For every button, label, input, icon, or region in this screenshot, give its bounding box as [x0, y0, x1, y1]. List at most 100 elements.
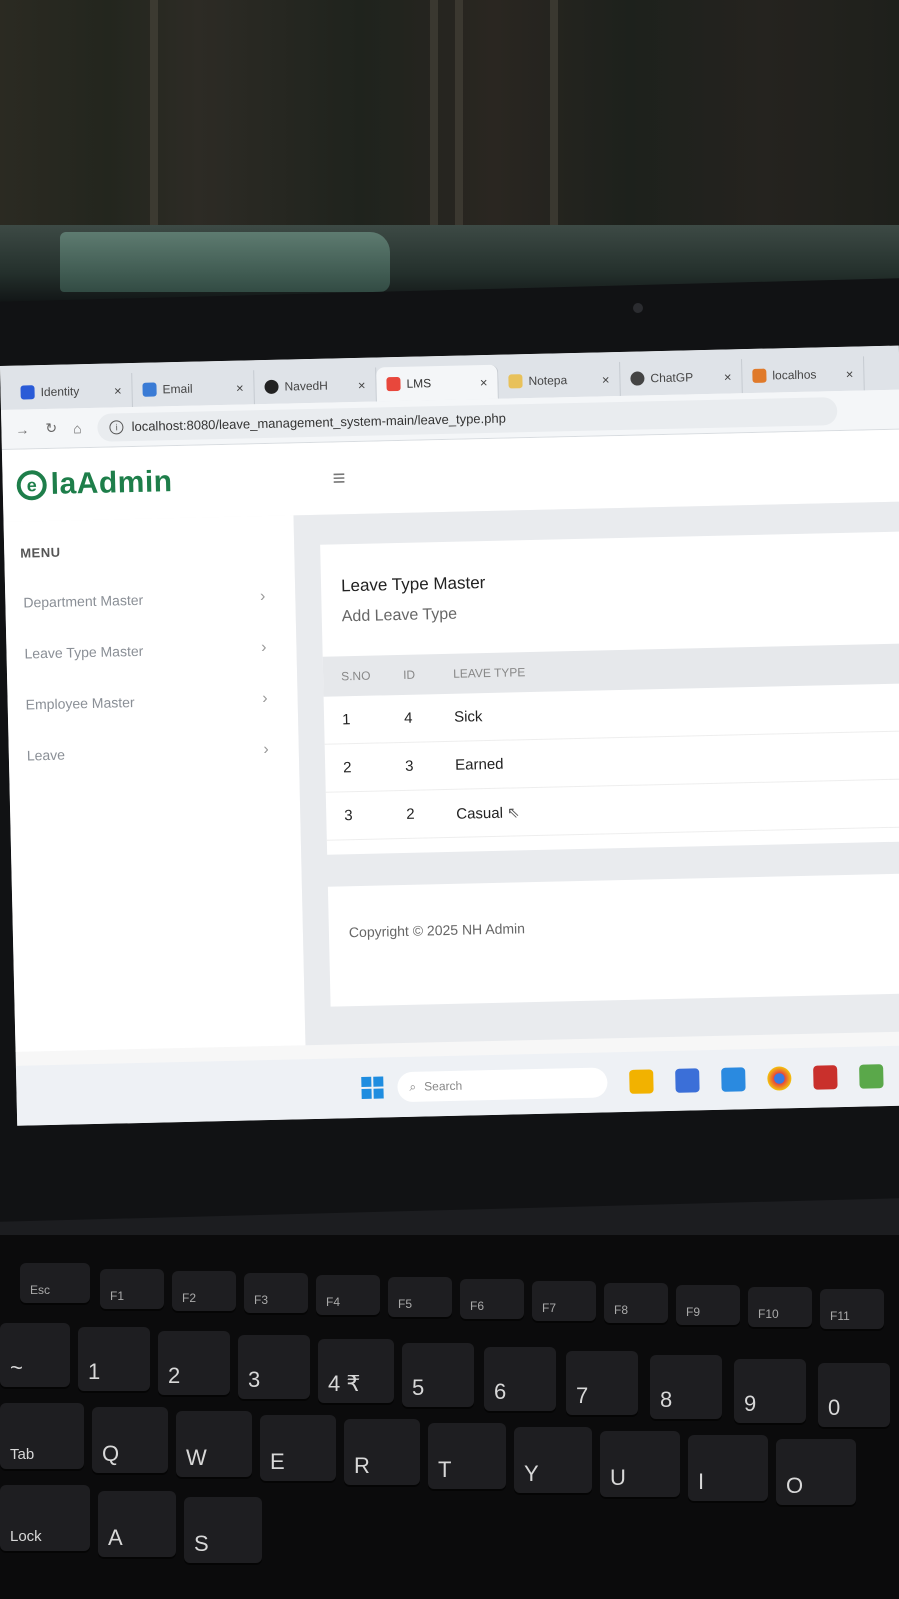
close-icon[interactable]: × — [846, 366, 854, 381]
leave-type-card: Leave Type Master Add Leave Type S.NO ID… — [320, 531, 899, 855]
laptop-keyboard: Esc F1 F2 F3 F4 F5 F6 F7 F8 F9 F10 F11 ~… — [0, 1235, 899, 1599]
key-t[interactable]: T — [428, 1423, 506, 1489]
sidebar-item-employee-master[interactable]: Employee Master › — [7, 689, 297, 714]
main-content: Leave Type Master Add Leave Type S.NO ID… — [293, 501, 899, 1046]
key-y[interactable]: Y — [514, 1427, 592, 1493]
key-tab[interactable]: Tab — [0, 1403, 84, 1469]
taskbar-search[interactable]: ⌕ Search — [397, 1067, 608, 1103]
key-f7[interactable]: F7 — [532, 1281, 596, 1321]
key-f9[interactable]: F9 — [676, 1285, 740, 1325]
key-f10[interactable]: F10 — [748, 1287, 812, 1327]
key-u[interactable]: U — [600, 1431, 680, 1497]
curtain-fold — [150, 0, 158, 230]
key-s[interactable]: S — [184, 1497, 262, 1563]
close-icon[interactable]: × — [358, 377, 366, 392]
copyright-text: Copyright © 2025 NH Admin — [348, 920, 526, 941]
key-f5[interactable]: F5 — [388, 1277, 452, 1317]
logo[interactable]: e laAdmin — [2, 462, 293, 503]
chevron-right-icon: › — [262, 690, 268, 708]
github-icon — [264, 379, 279, 395]
email-icon — [142, 382, 157, 397]
close-icon[interactable]: × — [236, 380, 244, 395]
key-q[interactable]: Q — [92, 1407, 168, 1473]
close-icon[interactable]: × — [602, 372, 610, 387]
vscode-icon[interactable] — [721, 1067, 746, 1092]
sidebar-item-label: Department Master — [23, 591, 144, 611]
chatgpt-icon — [630, 371, 645, 386]
laptop-screen: Identity × Email × NavedH × LMS × Notepa… — [0, 345, 899, 1126]
column-header-leave-type: LEAVE TYPE — [452, 665, 526, 681]
key-f2[interactable]: F2 — [172, 1271, 236, 1311]
sidebar-item-label: Leave — [26, 746, 66, 764]
xampp-icon — [752, 368, 767, 383]
key-f11[interactable]: F11 — [820, 1289, 884, 1329]
key-0[interactable]: 0 — [818, 1363, 890, 1427]
browser-tab[interactable]: NavedH × — [254, 367, 377, 405]
browser-tab[interactable]: ChatGP × — [620, 359, 743, 396]
key-caps-lock[interactable]: Lock — [0, 1485, 90, 1551]
sidebar-item-leave[interactable]: Leave › — [9, 740, 299, 765]
cell-leave-type: Casual — [456, 804, 504, 823]
chevron-right-icon: › — [263, 741, 269, 759]
key-9[interactable]: 9 — [734, 1359, 806, 1423]
close-icon[interactable]: × — [114, 383, 122, 398]
browser-tab-active[interactable]: LMS × — [376, 364, 499, 402]
add-leave-type-link[interactable]: Add Leave Type — [342, 606, 458, 627]
key-f4[interactable]: F4 — [316, 1275, 380, 1315]
browser-tab[interactable]: localhos × — [742, 356, 865, 394]
windows-start-icon[interactable] — [361, 1076, 384, 1099]
menu-title: MENU — [20, 544, 61, 561]
browser-tab[interactable]: Notepa × — [498, 361, 621, 399]
column-header-id: ID — [402, 667, 416, 682]
tab-title: LMS — [406, 376, 432, 391]
key-f1[interactable]: F1 — [100, 1269, 164, 1309]
filezilla-icon[interactable] — [813, 1065, 838, 1090]
teams-icon[interactable] — [675, 1068, 700, 1093]
close-icon[interactable]: × — [480, 374, 488, 389]
tab-title: localhos — [772, 367, 817, 383]
key-e[interactable]: E — [260, 1415, 336, 1481]
home-icon[interactable]: ⌂ — [73, 420, 82, 436]
key-7[interactable]: 7 — [566, 1351, 638, 1415]
column-header-sno: S.NO — [340, 668, 371, 684]
hamburger-icon[interactable]: ≡ — [332, 465, 345, 491]
key-o[interactable]: O — [776, 1439, 856, 1505]
browser-tab[interactable]: Email × — [132, 370, 255, 407]
footer: Copyright © 2025 NH Admin — [327, 873, 899, 1007]
key-8[interactable]: 8 — [650, 1355, 722, 1419]
file-explorer-icon[interactable] — [629, 1069, 654, 1094]
cell-leave-type-wrap: Casual ⇖ — [446, 794, 899, 822]
close-icon[interactable]: × — [724, 369, 732, 384]
cell-id: 3 — [404, 757, 414, 775]
reload-icon[interactable]: ↻ — [45, 420, 57, 437]
key-w[interactable]: W — [176, 1411, 252, 1477]
key-4[interactable]: 4 ₹ — [318, 1339, 394, 1403]
key-f3[interactable]: F3 — [244, 1273, 308, 1313]
key-i[interactable]: I — [688, 1435, 768, 1501]
browser-tab[interactable]: Identity × — [10, 373, 133, 410]
key-a[interactable]: A — [98, 1491, 176, 1557]
key-3[interactable]: 3 — [238, 1335, 310, 1399]
sidebar-item-leave-type-master[interactable]: Leave Type Master › — [6, 638, 296, 663]
search-placeholder: Search — [424, 1078, 463, 1094]
identity-icon — [20, 385, 35, 400]
key-6[interactable]: 6 — [484, 1347, 556, 1411]
key-5[interactable]: 5 — [402, 1343, 474, 1407]
sidebar-item-department-master[interactable]: Department Master › — [5, 587, 295, 612]
app-icon[interactable] — [859, 1064, 884, 1089]
key-f6[interactable]: F6 — [460, 1279, 524, 1319]
forward-icon[interactable]: → — [15, 421, 29, 437]
key-r[interactable]: R — [344, 1419, 420, 1485]
info-icon[interactable]: i — [109, 419, 124, 435]
key-f8[interactable]: F8 — [604, 1283, 668, 1323]
key-tilde[interactable]: ~ — [0, 1323, 70, 1387]
key-esc[interactable]: Esc — [20, 1263, 90, 1303]
search-icon: ⌕ — [409, 1079, 417, 1094]
cell-sno: 1 — [341, 711, 351, 729]
cell-leave-type: Sick — [453, 708, 483, 726]
mouse-cursor-icon: ⇖ — [506, 803, 520, 822]
key-2[interactable]: 2 — [158, 1331, 230, 1395]
chrome-icon[interactable] — [767, 1066, 792, 1091]
url-text[interactable]: localhost:8080/leave_management_system-m… — [131, 411, 506, 434]
key-1[interactable]: 1 — [78, 1327, 150, 1391]
